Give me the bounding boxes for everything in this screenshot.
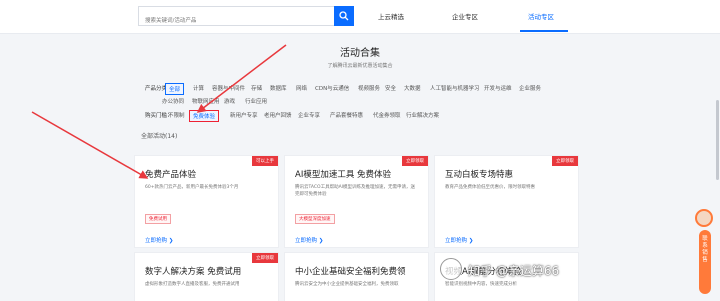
watermark-logo [440, 258, 462, 280]
annotation-arrow [31, 111, 149, 179]
support-avatar[interactable] [695, 209, 713, 227]
watermark-text: 知乎 @亲运算66 [468, 264, 560, 278]
annotation-arrow [196, 44, 287, 113]
page-scrollbar[interactable] [716, 100, 719, 180]
annotation-arrows [31, 44, 287, 179]
contact-sales-label: 联系销售 [702, 236, 708, 263]
